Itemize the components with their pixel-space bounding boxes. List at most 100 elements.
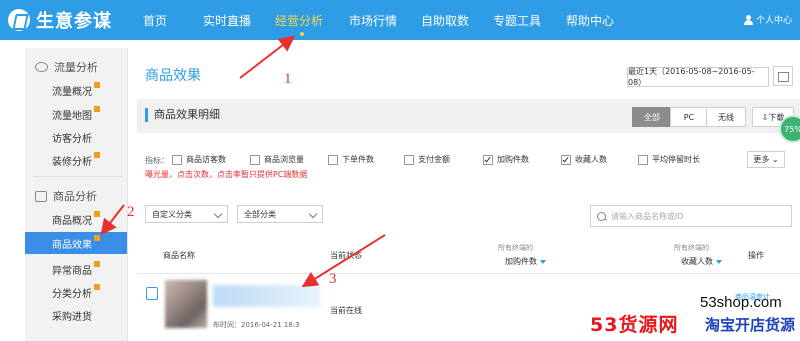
progress-badge[interactable]: 75% xyxy=(781,117,800,141)
checkbox[interactable] xyxy=(172,154,182,165)
metric-checkbox-cart-items[interactable]: 加购件数 xyxy=(483,154,529,165)
metric-checkbox-payment[interactable]: 支付金额 xyxy=(404,154,450,165)
search-placeholder: 请输入商品名称或ID xyxy=(611,211,684,221)
checkbox-label: 支付金额 xyxy=(418,155,450,164)
eye-icon xyxy=(35,62,48,72)
sidebar-item-category-analysis[interactable]: 分类分析 xyxy=(25,281,127,303)
all-category-select[interactable]: 全部分类 xyxy=(237,205,323,223)
column-header-favorites[interactable]: 收藏人数 xyxy=(681,256,722,267)
sidebar-section-traffic: 流量分析 xyxy=(25,56,127,78)
sidebar-item-purchasing[interactable]: 采购进货 xyxy=(25,304,127,326)
section-title: 商品分析 xyxy=(53,190,97,203)
metric-checkbox-pageviews[interactable]: 商品浏览量 xyxy=(250,154,304,165)
sidebar-item-traffic-overview[interactable]: 流量概况 xyxy=(25,79,127,101)
sidebar-item-decoration-analysis[interactable]: 装修分析 xyxy=(25,149,127,171)
metric-checkbox-avg-stay[interactable]: 平均停留时长 xyxy=(638,154,700,165)
column-header-label: 收藏人数 xyxy=(681,257,713,266)
checkbox-label: 下单件数 xyxy=(342,155,374,164)
column-header-fav-sub: 所有终端的 xyxy=(674,244,709,252)
new-badge xyxy=(94,261,100,267)
publish-time: 布时间：2016-04-21 18:3 xyxy=(213,321,300,329)
new-badge xyxy=(94,284,100,290)
sort-icon[interactable] xyxy=(716,259,722,264)
product-status: 当前在线 xyxy=(330,306,362,315)
nav-item-help[interactable]: 帮助中心 xyxy=(566,12,614,29)
annotation-number-3: 3 xyxy=(329,271,337,287)
sidebar-item-abnormal-products[interactable]: 异常商品 xyxy=(25,258,127,280)
sidebar-item-label: 异常商品 xyxy=(52,265,92,277)
sidebar-item-visitor-analysis[interactable]: 访客分析 xyxy=(25,126,127,148)
checkbox-label: 收藏人数 xyxy=(575,155,607,164)
sidebar: 流量分析 流量概况 流量地图 访客分析 装修分析 商品分析 商品概况 商品效果 … xyxy=(25,48,128,341)
annotation-number-2: 2 xyxy=(127,204,135,220)
nav-item-home[interactable]: 首页 xyxy=(143,12,167,29)
user-center-label: 个人中心 xyxy=(755,16,792,26)
search-icon xyxy=(597,211,606,221)
tab-all[interactable]: 全部 xyxy=(632,107,672,127)
sidebar-item-label: 商品概况 xyxy=(52,215,92,227)
user-icon xyxy=(743,14,753,25)
checkbox-label: 加购件数 xyxy=(497,155,529,164)
nav-item-realtime[interactable]: 实时直播 xyxy=(203,12,251,29)
page-title: 商品效果 xyxy=(145,68,201,84)
download-label: 下载 xyxy=(768,112,785,122)
nav-item-self-data[interactable]: 自助取数 xyxy=(421,12,469,29)
checkbox-checked[interactable] xyxy=(561,154,571,165)
sidebar-item-label: 访客分析 xyxy=(52,133,92,145)
watermark-url: 53shop.com xyxy=(700,294,782,311)
new-badge xyxy=(94,235,100,241)
sidebar-section-products: 商品分析 xyxy=(25,185,127,207)
tab-wireless[interactable]: 无线 xyxy=(706,107,746,127)
metric-checkbox-favorites[interactable]: 收藏人数 xyxy=(561,154,607,165)
new-badge xyxy=(94,211,100,217)
column-header-cart-items[interactable]: 加购件数 xyxy=(505,256,546,267)
sidebar-item-label: 分类分析 xyxy=(52,288,92,300)
section-title: 流量分析 xyxy=(54,61,98,74)
more-metrics-dropdown[interactable]: 更多 ⌄ xyxy=(747,151,785,168)
sidebar-item-label: 采购进货 xyxy=(52,311,92,323)
sort-icon[interactable] xyxy=(540,259,546,264)
sidebar-item-product-overview[interactable]: 商品概况 xyxy=(25,208,127,230)
checkbox[interactable] xyxy=(328,154,338,165)
top-navigation-bar: 生意参谋 首页 实时直播 经营分析 市场行情 自助取数 专题工具 帮助中心 个人… xyxy=(0,0,800,40)
app-logo[interactable]: 生意参谋 xyxy=(8,7,112,33)
column-header-product-name: 商品名称 xyxy=(163,251,195,260)
nav-item-tools[interactable]: 专题工具 xyxy=(493,12,541,29)
metric-checkbox-visitors[interactable]: 商品访客数 xyxy=(172,154,226,165)
column-header-operation: 操作 xyxy=(748,251,764,260)
product-title-blurred[interactable] xyxy=(213,285,321,307)
user-center-link[interactable]: 个人中心 xyxy=(743,13,792,26)
download-icon: ⇩ xyxy=(761,112,769,122)
checkbox[interactable] xyxy=(638,154,648,165)
sidebar-item-label: 装修分析 xyxy=(52,156,92,168)
new-badge xyxy=(94,82,100,88)
watermark-brand-red: 53货源网 xyxy=(590,314,679,336)
column-header-status: 当前状态 xyxy=(330,251,362,260)
row-select-checkbox[interactable] xyxy=(146,287,158,300)
product-thumbnail[interactable] xyxy=(165,280,207,328)
custom-category-select[interactable]: 自定义分类 xyxy=(145,205,228,223)
metric-checkbox-order-items[interactable]: 下单件数 xyxy=(328,154,374,165)
sidebar-item-label: 商品效果 xyxy=(52,239,92,251)
checkbox[interactable] xyxy=(404,154,414,165)
select-value: 全部分类 xyxy=(244,209,276,219)
date-range-selector[interactable]: 最近1天（2016-05-08~2016-05-08） xyxy=(627,67,769,87)
sidebar-item-product-effect[interactable]: 商品效果 xyxy=(25,232,127,254)
sidebar-item-label: 流量概况 xyxy=(52,86,92,98)
sidebar-item-traffic-map[interactable]: 流量地图 xyxy=(25,103,127,125)
active-indicator-dot xyxy=(300,32,304,36)
checkbox[interactable] xyxy=(250,154,260,165)
checkbox-label: 平均停留时长 xyxy=(652,155,700,164)
product-search-input[interactable]: 请输入商品名称或ID xyxy=(590,205,792,227)
detail-title: 商品效果明细 xyxy=(145,108,220,122)
column-header-label: 加购件数 xyxy=(505,257,537,266)
checkbox-checked[interactable] xyxy=(483,154,493,165)
calendar-icon[interactable] xyxy=(773,66,793,86)
metrics-label: 指标： xyxy=(145,156,169,165)
box-icon xyxy=(35,190,47,202)
table-header xyxy=(137,236,800,274)
tab-pc[interactable]: PC xyxy=(670,107,708,127)
nav-item-market[interactable]: 市场行情 xyxy=(349,12,397,29)
nav-item-operations[interactable]: 经营分析 xyxy=(275,12,323,29)
annotation-number-1: 1 xyxy=(284,71,292,87)
